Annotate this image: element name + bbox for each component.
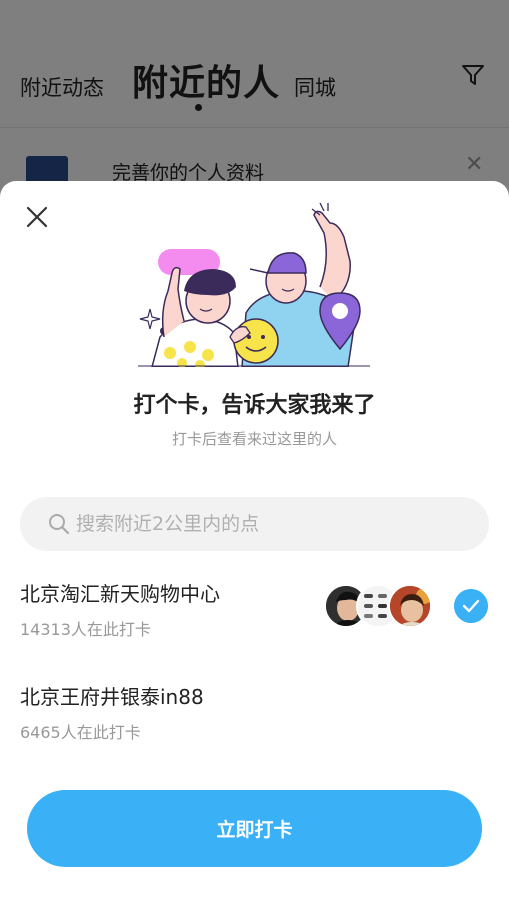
selected-check-icon[interactable] xyxy=(454,589,488,623)
search-input[interactable] xyxy=(76,497,476,551)
sheet-title: 打个卡，告诉大家我来了 xyxy=(133,393,376,418)
avatar xyxy=(388,584,432,628)
avatar-group xyxy=(324,584,434,628)
checkin-sheet: 打个卡，告诉大家我来了 打卡后查看来过这里的人 北京淘汇新天购物中心 14313… xyxy=(0,181,509,908)
location-name: 北京王府井银泰in88 xyxy=(20,685,204,709)
location-name: 北京淘汇新天购物中心 xyxy=(20,582,220,606)
close-icon[interactable] xyxy=(24,204,50,230)
sparkle-shape xyxy=(139,308,161,330)
location-checkin-count: 14313人在此打卡 xyxy=(20,620,151,639)
location-item[interactable]: 北京王府井银泰in88 6465人在此打卡 xyxy=(0,676,509,766)
sheet-subtitle: 打卡后查看来过这里的人 xyxy=(171,430,337,448)
location-item[interactable]: 北京淘汇新天购物中心 14313人在此打卡 xyxy=(0,573,509,663)
checkin-illustration xyxy=(138,202,370,367)
location-checkin-count: 6465人在此打卡 xyxy=(20,723,141,742)
search-bar[interactable] xyxy=(20,497,489,551)
checkin-now-button[interactable]: 立即打卡 xyxy=(27,790,482,867)
search-icon xyxy=(49,514,70,535)
